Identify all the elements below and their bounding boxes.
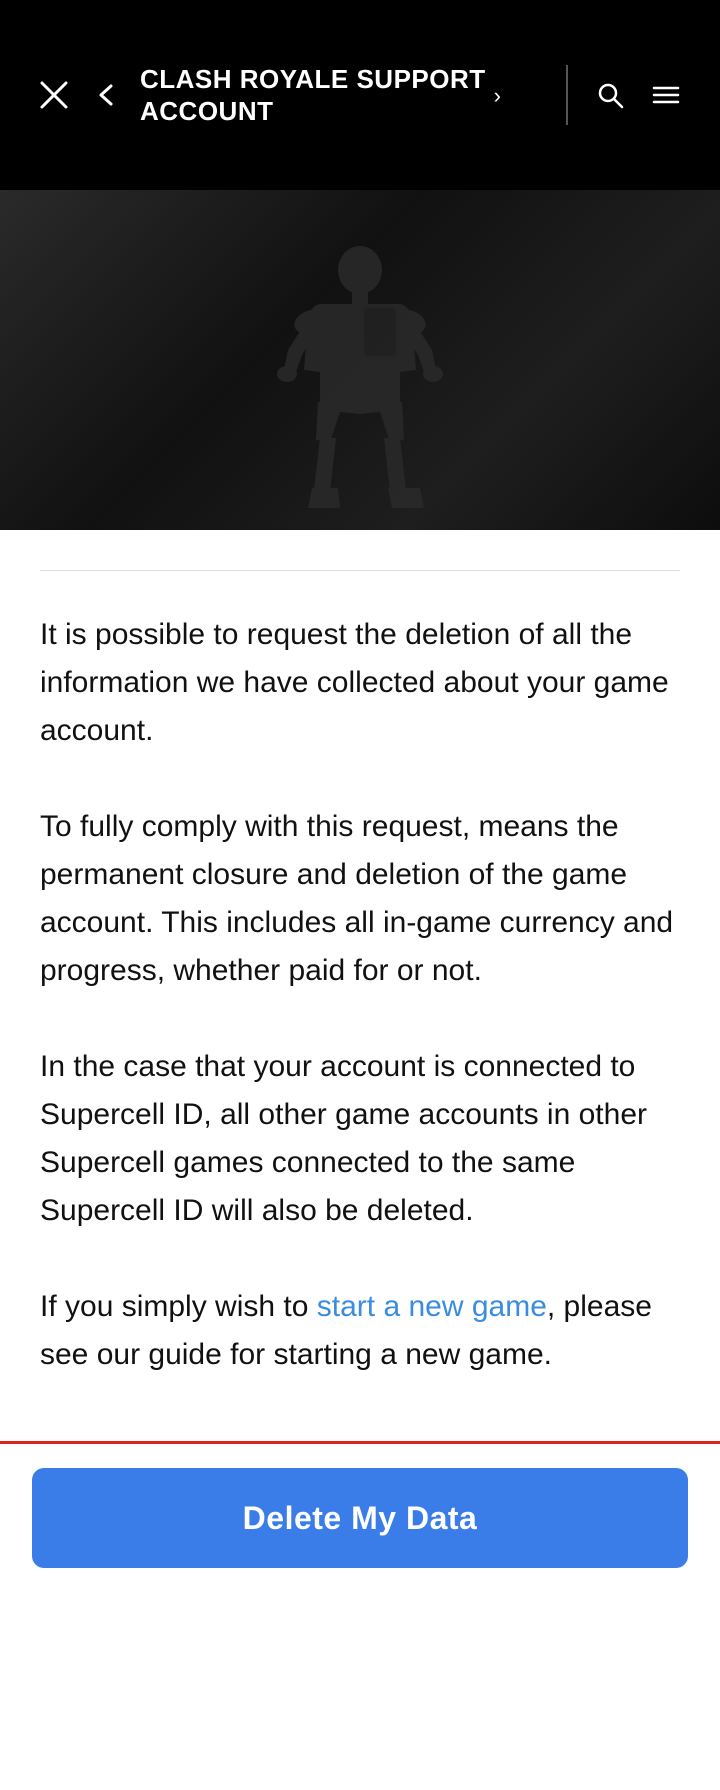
search-button[interactable] xyxy=(588,73,632,117)
paragraph-new-game-before: If you simply wish to xyxy=(40,1290,317,1323)
back-button[interactable] xyxy=(84,73,128,117)
hero-image xyxy=(0,190,720,530)
header: CLASH ROYALE SUPPORTACCOUNT › xyxy=(0,0,720,190)
header-title-area: CLASH ROYALE SUPPORTACCOUNT › xyxy=(140,63,546,128)
header-chevron-icon: › xyxy=(494,83,501,109)
header-divider xyxy=(566,65,568,125)
paragraph-supercell-id: In the case that your account is connect… xyxy=(40,1043,680,1235)
header-title-line2: ACCOUNT xyxy=(140,96,274,126)
hero-figure-silhouette xyxy=(230,240,490,530)
paragraph-new-game: If you simply wish to start a new game, … xyxy=(40,1283,680,1379)
start-new-game-link[interactable]: start a new game xyxy=(317,1290,547,1323)
main-content: It is possible to request the deletion o… xyxy=(0,571,720,1539)
header-title: CLASH ROYALE SUPPORTACCOUNT xyxy=(140,63,486,128)
delete-my-data-button[interactable]: Delete My Data xyxy=(32,1468,688,1568)
paragraph-warning: To fully comply with this request, means… xyxy=(40,803,680,995)
hero-image-inner xyxy=(0,190,720,530)
menu-button[interactable] xyxy=(644,73,688,117)
paragraph-intro: It is possible to request the deletion o… xyxy=(40,611,680,755)
delete-button-container: Delete My Data xyxy=(0,1441,720,1600)
close-button[interactable] xyxy=(32,73,76,117)
